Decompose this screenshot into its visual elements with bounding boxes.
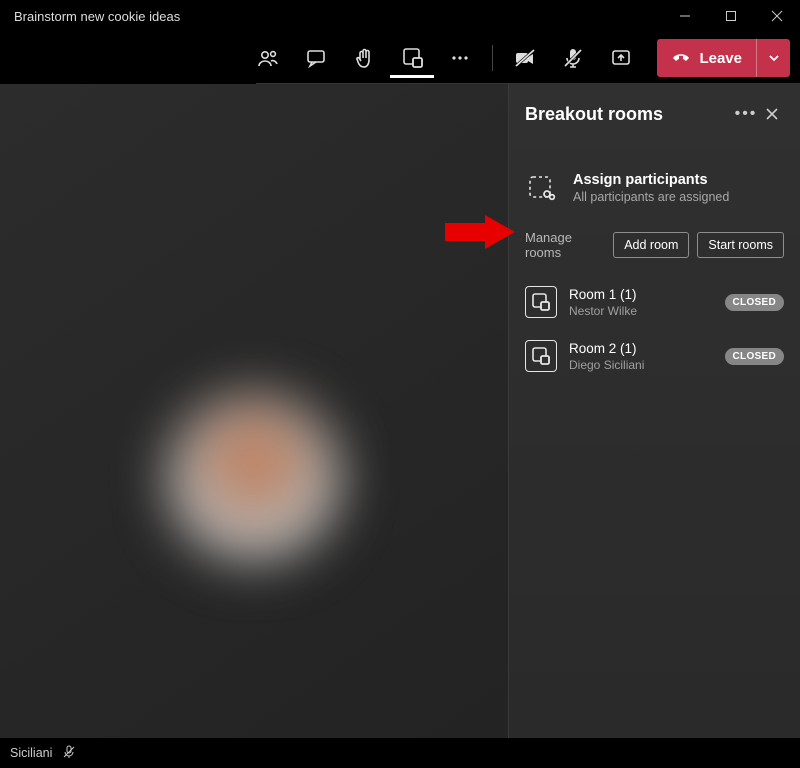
room-status-badge: CLOSED: [725, 348, 784, 365]
room-row[interactable]: Room 2 (1) Diego Siciliani CLOSED: [525, 332, 784, 386]
panel-title: Breakout rooms: [525, 104, 732, 125]
raise-hand-icon[interactable]: [342, 38, 386, 78]
room-participant: Nestor Wilke: [569, 304, 713, 318]
start-rooms-button[interactable]: Start rooms: [697, 232, 784, 258]
leave-button[interactable]: Leave: [657, 39, 790, 77]
room-icon: [525, 286, 557, 318]
breakout-rooms-panel: Breakout rooms ••• Assign participants A…: [508, 84, 800, 738]
room-name: Room 2 (1): [569, 341, 713, 356]
status-bar: Siciliani: [0, 738, 800, 768]
assign-title: Assign participants: [573, 172, 729, 188]
assign-subtitle: All participants are assigned: [573, 190, 729, 204]
panel-close-button[interactable]: [760, 102, 784, 126]
assign-participants-icon: [525, 172, 559, 206]
panel-more-button[interactable]: •••: [732, 105, 760, 123]
room-icon: [525, 340, 557, 372]
leave-label: Leave: [699, 50, 742, 67]
content-area: Breakout rooms ••• Assign participants A…: [0, 84, 800, 738]
assign-participants-button[interactable]: Assign participants All participants are…: [525, 172, 784, 206]
room-row[interactable]: Room 1 (1) Nestor Wilke CLOSED: [525, 278, 784, 332]
add-room-button[interactable]: Add room: [613, 232, 689, 258]
share-screen-icon[interactable]: [599, 38, 643, 78]
window-close-button[interactable]: [754, 0, 800, 32]
hang-up-icon: [671, 49, 691, 67]
window-minimize-button[interactable]: [662, 0, 708, 32]
room-name: Room 1 (1): [569, 287, 713, 302]
leave-options-button[interactable]: [756, 39, 790, 77]
chat-icon[interactable]: [294, 38, 338, 78]
more-actions-icon[interactable]: [438, 38, 482, 78]
microphone-off-icon[interactable]: [551, 38, 595, 78]
meeting-stage: [0, 84, 508, 738]
camera-off-icon[interactable]: [503, 38, 547, 78]
meeting-toolbar: Leave: [0, 32, 800, 84]
participant-avatar: [169, 394, 339, 564]
active-speaker-name: Siciliani: [10, 746, 52, 760]
room-status-badge: CLOSED: [725, 294, 784, 311]
people-icon[interactable]: [246, 38, 290, 78]
breakout-rooms-icon[interactable]: [390, 38, 434, 78]
title-bar: Brainstorm new cookie ideas: [0, 0, 800, 32]
manage-rooms-label: Manage rooms: [525, 230, 605, 260]
toolbar-separator: [492, 45, 493, 71]
window-title: Brainstorm new cookie ideas: [14, 9, 180, 24]
room-participant: Diego Siciliani: [569, 358, 713, 372]
mic-muted-icon: [62, 745, 76, 762]
window-maximize-button[interactable]: [708, 0, 754, 32]
